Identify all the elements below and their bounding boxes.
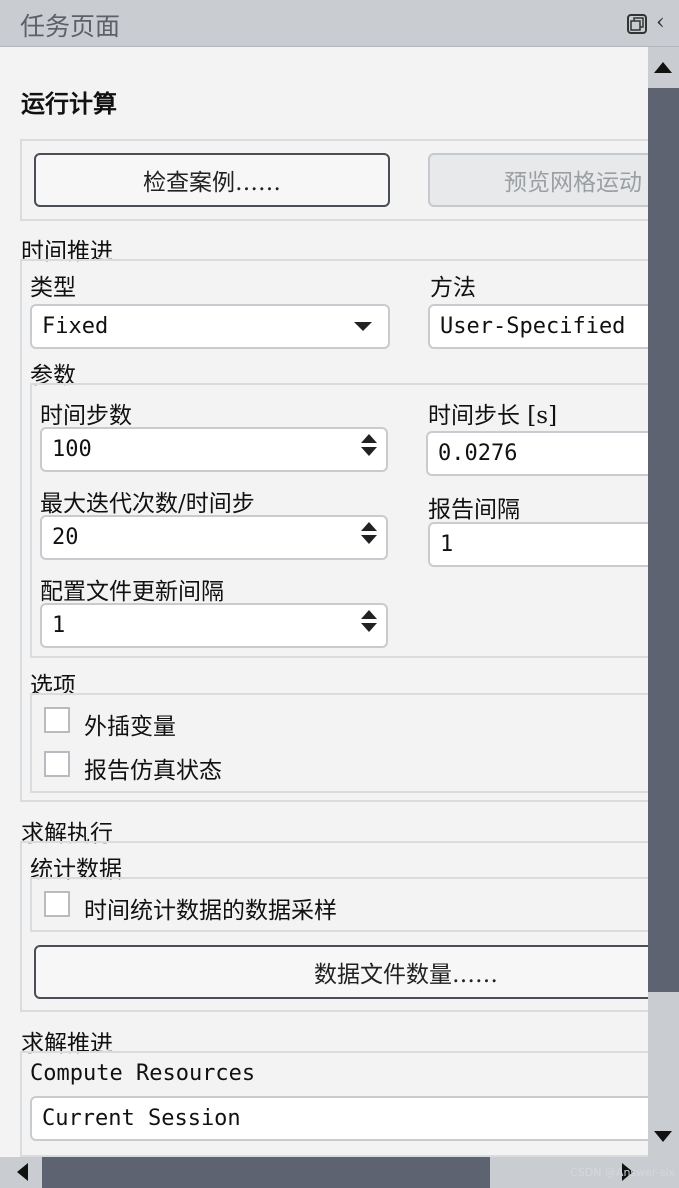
report-interval-value: 1 <box>440 532 454 557</box>
profile-update-interval-value: 1 <box>52 613 66 638</box>
time-steps-stepper[interactable]: 100 <box>40 427 388 472</box>
time-step-size-field[interactable]: 0.0276 <box>426 431 668 476</box>
compute-resources-dropdown[interactable]: Current Session <box>30 1096 668 1141</box>
profile-update-interval-stepper[interactable]: 1 <box>40 603 388 648</box>
max-iterations-value: 20 <box>52 525 79 550</box>
restore-icon[interactable] <box>627 14 647 34</box>
compute-resources-label: Compute Resources <box>30 1061 256 1086</box>
scroll-up-icon[interactable] <box>654 62 672 73</box>
vertical-scrollbar-thumb[interactable] <box>648 88 679 992</box>
chevron-down-icon <box>354 322 372 331</box>
stepper-arrows-icon[interactable] <box>358 522 380 544</box>
panel-title: 任务页面 <box>20 12 121 41</box>
watermark-text: CSDN @Answer-six <box>570 1166 675 1179</box>
time-steps-label: 时间步数 <box>40 403 132 429</box>
max-iterations-stepper[interactable]: 20 <box>40 515 388 560</box>
horizontal-scrollbar-thumb[interactable] <box>42 1157 490 1188</box>
profile-update-interval-label: 配置文件更新间隔 <box>40 579 224 605</box>
method-label: 方法 <box>430 275 476 301</box>
data-file-quantities-button[interactable]: 数据文件数量…… <box>34 945 668 999</box>
type-label: 类型 <box>30 275 76 301</box>
max-iterations-label: 最大迭代次数/时间步 <box>40 491 255 517</box>
extrapolate-variables-checkbox[interactable] <box>44 707 70 733</box>
data-sampling-checkbox[interactable] <box>44 891 70 917</box>
type-dropdown-value: Fixed <box>42 314 109 339</box>
scroll-left-icon[interactable] <box>17 1163 28 1181</box>
extrapolate-variables-label: 外插变量 <box>84 714 176 740</box>
report-interval-label: 报告间隔 <box>428 497 520 523</box>
time-step-size-value: 0.0276 <box>438 441 518 466</box>
method-dropdown-value: User-Specified <box>440 314 626 339</box>
data-sampling-label: 时间统计数据的数据采样 <box>84 898 337 924</box>
task-page-titlebar: 任务页面 ‹ <box>0 0 679 47</box>
report-simulation-status-checkbox[interactable] <box>44 751 70 777</box>
collapse-left-icon[interactable]: ‹ <box>656 12 672 34</box>
stepper-arrows-icon[interactable] <box>358 434 380 456</box>
report-simulation-status-label: 报告仿真状态 <box>84 758 222 784</box>
compute-resources-value: Current Session <box>42 1106 241 1131</box>
check-case-button[interactable]: 检查案例…… <box>34 153 390 207</box>
stepper-arrows-icon[interactable] <box>358 610 380 632</box>
method-dropdown[interactable]: User-Specified <box>428 304 668 349</box>
time-step-size-label: 时间步长 [s] <box>428 403 558 429</box>
time-steps-value: 100 <box>52 437 92 462</box>
report-interval-field[interactable]: 1 <box>428 522 668 567</box>
scroll-down-icon[interactable] <box>654 1131 672 1142</box>
type-dropdown[interactable]: Fixed <box>30 304 390 349</box>
page-heading: 运行计算 <box>21 89 117 118</box>
preview-mesh-motion-button: 预览网格运动 <box>428 153 668 207</box>
